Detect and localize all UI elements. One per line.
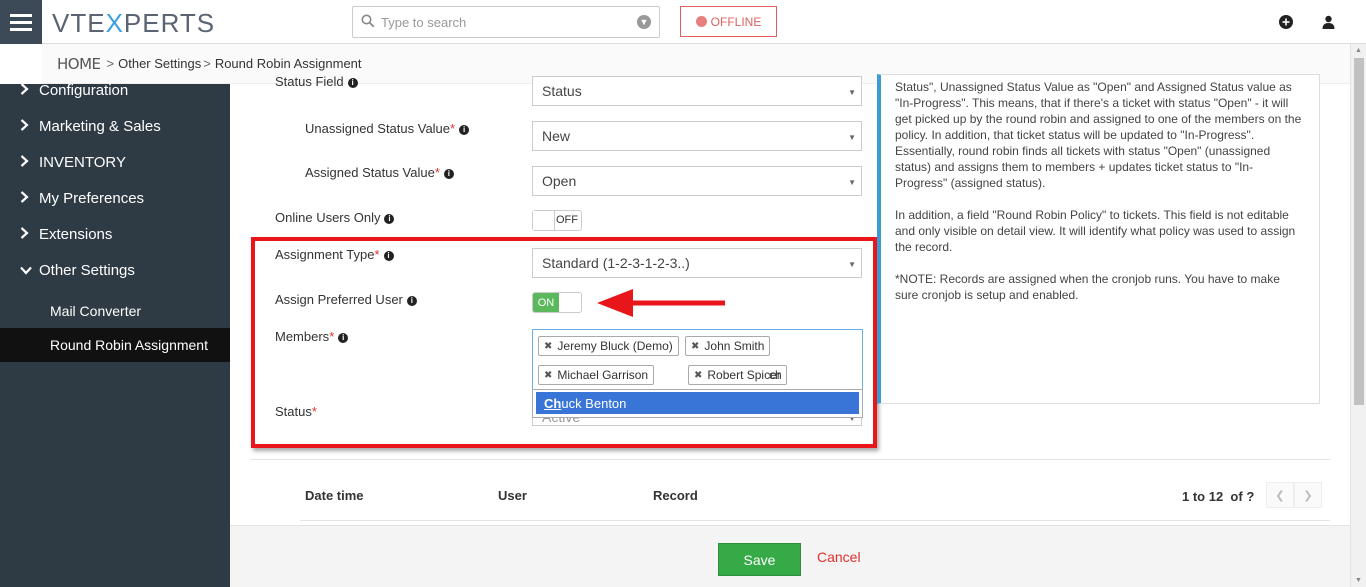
suggestion-option[interactable]: Ch uck Benton xyxy=(536,392,859,414)
sidebar-subitem-mail-converter[interactable]: Mail Converter xyxy=(0,294,230,328)
chevron-down-icon[interactable]: ▼ xyxy=(637,15,651,29)
sidebar: Configuration Marketing & Sales INVENTOR… xyxy=(0,82,230,587)
top-navbar: VTEXPERTS Type to search ▼ OFFLINE xyxy=(0,0,1366,44)
scroll-down-icon[interactable]: ▼ xyxy=(1355,577,1362,584)
breadcrumb-current: Round Robin Assignment xyxy=(214,56,362,71)
sidebar-item-configuration[interactable]: Configuration xyxy=(0,72,230,108)
chevron-right-icon xyxy=(20,154,34,170)
status-field-label: Status Field i xyxy=(275,74,358,89)
search-placeholder: Type to search xyxy=(381,14,467,30)
scrollbar-thumb[interactable] xyxy=(1354,58,1364,405)
chevron-right-icon xyxy=(20,190,34,206)
breadcrumb-home[interactable]: HOME xyxy=(57,55,101,73)
online-users-toggle[interactable]: OFF xyxy=(532,210,582,231)
chevron-down-icon: ▼ xyxy=(848,88,856,97)
info-icon: i xyxy=(384,214,395,224)
preferred-user-label: Assign Preferred User i xyxy=(275,292,417,307)
user-icon[interactable] xyxy=(1320,14,1336,30)
members-search-text[interactable]: ch xyxy=(769,368,782,382)
divider xyxy=(300,520,1330,521)
status-label: Status* xyxy=(275,404,317,419)
arrow-annotation-icon xyxy=(597,289,725,317)
search-icon xyxy=(361,14,375,31)
status-field-select[interactable]: Status ▼ xyxy=(532,76,862,106)
chevron-right-icon xyxy=(20,118,34,134)
remove-icon: ✖ xyxy=(691,340,700,352)
chevron-down-icon: ▼ xyxy=(848,178,856,187)
remove-icon: ✖ xyxy=(694,369,703,381)
help-panel: Status", Unassigned Status Value as "Ope… xyxy=(877,74,1320,404)
sidebar-item-inventory[interactable]: INVENTORY xyxy=(0,144,230,180)
status-dot-icon xyxy=(695,16,707,27)
breadcrumb-other-settings[interactable]: Other Settings xyxy=(118,56,201,71)
unassigned-status-select[interactable]: New ▼ xyxy=(532,121,862,151)
info-icon: i xyxy=(443,169,454,179)
chevron-right-icon xyxy=(20,226,34,242)
online-users-label: Online Users Only i xyxy=(275,210,395,225)
menu-icon[interactable] xyxy=(0,0,42,44)
members-suggestion-dropdown: Ch uck Benton xyxy=(532,389,863,418)
chevron-right-icon xyxy=(20,82,34,98)
prev-page-button[interactable]: ❮ xyxy=(1266,482,1294,508)
remove-icon: ✖ xyxy=(544,340,553,352)
sidebar-item-my-preferences[interactable]: My Preferences xyxy=(0,180,230,216)
preferred-user-toggle[interactable]: ON xyxy=(532,292,582,313)
pager-info: 1 to 12 of ? xyxy=(1182,489,1255,504)
info-icon: i xyxy=(459,125,470,135)
assigned-status-select[interactable]: Open ▼ xyxy=(532,166,862,196)
assignment-type-label: Assignment Type* i xyxy=(275,247,394,262)
info-icon: i xyxy=(338,333,349,343)
chevron-down-icon: ▼ xyxy=(848,133,856,142)
members-input[interactable]: ✖ Jeremy Bluck (Demo) ✖ John Smith ✖ Michae… xyxy=(532,329,863,390)
sidebar-item-marketing-sales[interactable]: Marketing & Sales xyxy=(0,108,230,144)
plus-circle-icon[interactable] xyxy=(1278,14,1294,30)
chevron-down-icon: ▼ xyxy=(848,260,856,269)
info-icon: i xyxy=(383,251,394,261)
info-icon: i xyxy=(347,78,358,88)
sidebar-item-other-settings[interactable]: Other Settings xyxy=(0,252,230,288)
divider xyxy=(250,459,1330,460)
search-input[interactable]: Type to search ▼ xyxy=(352,6,660,38)
main-content: Status Field i Status ▼ Unassigned Status … xyxy=(230,74,1350,587)
cancel-link[interactable]: Cancel xyxy=(817,549,861,565)
members-label: Members* i xyxy=(275,329,349,344)
info-icon: i xyxy=(406,296,417,306)
member-tag[interactable]: ✖ Michael Garrison xyxy=(538,365,655,385)
scroll-up-icon[interactable]: ▲ xyxy=(1355,47,1362,54)
chevron-down-icon xyxy=(20,263,34,278)
logo[interactable]: VTEXPERTS xyxy=(52,8,215,39)
save-button[interactable]: Save xyxy=(718,543,801,576)
sidebar-item-extensions[interactable]: Extensions xyxy=(0,216,230,252)
next-page-button[interactable]: ❯ xyxy=(1294,482,1322,508)
column-date-time[interactable]: Date time xyxy=(305,488,364,503)
offline-button[interactable]: OFFLINE xyxy=(680,6,777,37)
column-record[interactable]: Record xyxy=(653,488,698,503)
unassigned-status-label: Unassigned Status Value* i xyxy=(305,121,470,136)
assigned-status-label: Assigned Status Value* i xyxy=(305,165,454,180)
member-tag[interactable]: ✖ Jeremy Bluck (Demo) xyxy=(538,336,679,356)
assignment-type-select[interactable]: Standard (1-2-3-1-2-3..) ▼ xyxy=(532,248,862,278)
sidebar-subitem-round-robin[interactable]: Round Robin Assignment xyxy=(0,328,230,362)
column-user[interactable]: User xyxy=(498,488,527,503)
remove-icon: ✖ xyxy=(544,369,553,381)
member-tag[interactable]: ✖ John Smith xyxy=(685,336,771,356)
page-scrollbar[interactable]: ▲ ▼ xyxy=(1350,44,1366,587)
form-footer: Save Cancel xyxy=(230,525,1350,587)
